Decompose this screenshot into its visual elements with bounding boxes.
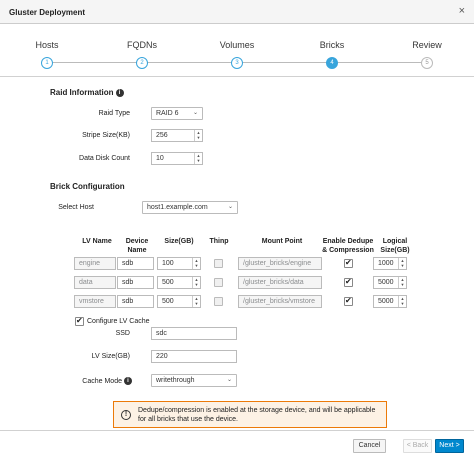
- spinner-arrows-icon[interactable]: ▲ ▼: [192, 258, 200, 269]
- wizard-step-volumes[interactable]: Volumes 3: [197, 25, 277, 77]
- device-name-input[interactable]: sdb: [117, 257, 154, 270]
- thinp-checkbox[interactable]: [214, 259, 223, 268]
- logical-size-value: 1000: [378, 260, 394, 267]
- col-thinp: Thinp: [209, 238, 229, 245]
- chevron-down-icon: ⌄: [226, 377, 232, 383]
- size-value: 100: [162, 260, 174, 267]
- logical-size-input[interactable]: 1000 ▲ ▼: [373, 257, 407, 270]
- ssd-label: SSD: [115, 330, 130, 337]
- cancel-button[interactable]: Cancel: [353, 439, 386, 453]
- dialog-title: Gluster Deployment: [9, 8, 86, 17]
- step-label: Bricks: [319, 40, 345, 50]
- step-number: 3: [231, 57, 243, 69]
- col-enable-dedupe: Enable Dedupe & Compression: [322, 238, 374, 254]
- col-logical-size: Logical Size(GB): [380, 238, 410, 254]
- info-icon[interactable]: i: [124, 377, 132, 385]
- dedupe-warning-alert: ! Dedupe/compression is enabled at the s…: [113, 401, 387, 428]
- bricks-form: Raid Information i Raid Type RAID 6 ⌄ Stri…: [0, 78, 474, 429]
- lv-name-input[interactable]: engine: [74, 257, 116, 270]
- data-disk-count-input[interactable]: 10 ▲ ▼: [151, 152, 203, 165]
- spinner-arrows-icon[interactable]: ▲ ▼: [398, 296, 406, 307]
- device-name-input[interactable]: sdb: [117, 276, 154, 289]
- raid-type-label: Raid Type: [98, 110, 130, 117]
- size-value: 500: [162, 298, 174, 305]
- cache-mode-label: Cache Mode i: [60, 377, 132, 385]
- col-device-name: Device Name: [125, 238, 149, 254]
- lv-name-input[interactable]: data: [74, 276, 116, 289]
- cache-mode-label-text: Cache Mode: [82, 377, 122, 385]
- logical-size-value: 5000: [378, 298, 394, 305]
- dedupe-checkbox[interactable]: [344, 296, 353, 306]
- spinner-arrows-icon[interactable]: ▲ ▼: [398, 258, 406, 269]
- data-disk-count-label: Data Disk Count: [79, 155, 130, 162]
- dedupe-checkbox[interactable]: [344, 277, 353, 287]
- info-icon[interactable]: i: [115, 88, 124, 97]
- size-input[interactable]: 500 ▲ ▼: [157, 276, 201, 289]
- size-value: 500: [162, 279, 174, 286]
- cache-mode-value: writethrough: [156, 377, 195, 384]
- back-button[interactable]: < Back: [403, 439, 432, 453]
- spinner-arrows-icon[interactable]: ▲ ▼: [192, 296, 200, 307]
- raid-info-heading: Raid Information i: [50, 88, 124, 97]
- lv-name-input[interactable]: vmstore: [74, 295, 116, 308]
- wizard-step-bricks[interactable]: Bricks 4: [292, 25, 372, 77]
- next-button[interactable]: Next >: [435, 439, 464, 453]
- step-label: FQDNs: [127, 40, 157, 50]
- chevron-down-icon: ⌄: [192, 110, 198, 116]
- wizard-steps: Hosts 1 FQDNs 2 Volumes 3 Bricks 4 Revie…: [0, 25, 474, 77]
- raid-type-value: RAID 6: [156, 110, 179, 117]
- mount-point-input[interactable]: /gluster_bricks/vmstore: [238, 295, 322, 308]
- data-disk-count-value: 10: [156, 155, 164, 162]
- select-host-value: host1.example.com: [147, 204, 208, 211]
- select-host-label: Select Host: [58, 204, 94, 211]
- lv-size-label: LV Size(GB): [91, 353, 130, 360]
- step-number: 4: [326, 57, 338, 69]
- stripe-size-label: Stripe Size(KB): [82, 132, 130, 139]
- alert-message: Dedupe/compression is enabled at the sto…: [138, 407, 376, 423]
- size-input[interactable]: 100 ▲ ▼: [157, 257, 201, 270]
- stripe-size-value: 256: [156, 132, 168, 139]
- col-mount-point: Mount Point: [261, 238, 303, 245]
- close-icon[interactable]: ×: [459, 5, 465, 17]
- device-name-input[interactable]: sdb: [117, 295, 154, 308]
- mount-point-input[interactable]: /gluster_bricks/data: [238, 276, 322, 289]
- logical-size-input[interactable]: 5000 ▲ ▼: [373, 295, 407, 308]
- spinner-arrows-icon[interactable]: ▲ ▼: [194, 153, 202, 164]
- thinp-checkbox[interactable]: [214, 278, 223, 287]
- wizard-step-hosts[interactable]: Hosts 1: [7, 25, 87, 77]
- mount-point-input[interactable]: /gluster_bricks/engine: [238, 257, 322, 270]
- step-number: 1: [41, 57, 53, 69]
- spinner-arrows-icon[interactable]: ▲ ▼: [398, 277, 406, 288]
- step-label: Hosts: [35, 40, 59, 50]
- logical-size-input[interactable]: 5000 ▲ ▼: [373, 276, 407, 289]
- select-host-dropdown[interactable]: host1.example.com ⌄: [142, 201, 238, 214]
- dedupe-checkbox[interactable]: [344, 258, 353, 268]
- warning-icon: !: [121, 410, 131, 420]
- brick-config-heading: Brick Configuration: [50, 182, 125, 191]
- step-label: Review: [412, 40, 442, 50]
- raid-type-select[interactable]: RAID 6 ⌄: [151, 107, 203, 120]
- lv-size-input[interactable]: 220: [151, 350, 237, 363]
- size-input[interactable]: 500 ▲ ▼: [157, 295, 201, 308]
- chevron-down-icon: ⌄: [227, 204, 233, 210]
- raid-info-heading-text: Raid Information: [50, 88, 114, 97]
- configure-lv-cache-label: Configure LV Cache: [87, 318, 150, 325]
- step-label: Volumes: [219, 40, 255, 50]
- col-lv-name: LV Name: [82, 238, 112, 245]
- col-size: Size(GB): [164, 238, 194, 245]
- spinner-arrows-icon[interactable]: ▲ ▼: [194, 130, 202, 141]
- wizard-step-fqdns[interactable]: FQDNs 2: [102, 25, 182, 77]
- logical-size-value: 5000: [378, 279, 394, 286]
- spinner-arrows-icon[interactable]: ▲ ▼: [192, 277, 200, 288]
- step-number: 2: [136, 57, 148, 69]
- stripe-size-input[interactable]: 256 ▲ ▼: [151, 129, 203, 142]
- ssd-input[interactable]: sdc: [151, 327, 237, 340]
- configure-lv-cache-checkbox[interactable]: [75, 316, 84, 326]
- cache-mode-select[interactable]: writethrough ⌄: [151, 374, 237, 387]
- thinp-checkbox[interactable]: [214, 297, 223, 306]
- step-number: 5: [421, 57, 433, 69]
- dialog-footer: Cancel < Back Next >: [0, 430, 474, 458]
- dialog-titlebar: Gluster Deployment ×: [0, 0, 474, 24]
- wizard-step-review[interactable]: Review 5: [387, 25, 467, 77]
